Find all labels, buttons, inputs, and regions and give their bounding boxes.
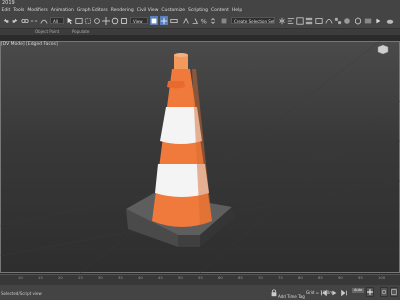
bind-space-warp-icon[interactable] — [40, 16, 48, 25]
go-to-end-icon[interactable] — [340, 288, 348, 297]
window-crossing-icon[interactable] — [93, 16, 101, 25]
unlink-icon[interactable] — [30, 16, 38, 25]
timeline-tick: 35 — [118, 275, 123, 280]
timeline-tick: 75 — [278, 275, 283, 280]
select-by-name-icon[interactable] — [75, 16, 83, 25]
timeline-tick: 55 — [198, 275, 203, 280]
timeline-tick: 95 — [358, 275, 363, 280]
material-editor-icon[interactable] — [343, 16, 351, 25]
menu-item-civil-view[interactable]: Civil View — [135, 8, 160, 13]
timeline-tick: 40 — [138, 275, 143, 280]
pivot-point-icon[interactable] — [150, 16, 158, 25]
menu-item-content[interactable]: Content — [210, 8, 231, 13]
timeline-tick: 85 — [318, 275, 323, 280]
select-manipulate-icon[interactable] — [160, 16, 168, 25]
zoom-icon[interactable] — [366, 287, 374, 297]
timeline-tick: 25 — [78, 275, 83, 280]
scene-canvas — [0, 41, 400, 273]
viewcube-icon[interactable] — [376, 44, 390, 55]
move-icon[interactable] — [102, 16, 110, 25]
timeline-tick: 20 — [58, 275, 63, 280]
menu-bar: Edit Tools Modifiers Animation Graph Edi… — [0, 7, 400, 14]
go-to-start-icon[interactable] — [320, 288, 328, 297]
title-bar: 2019 — [0, 0, 400, 7]
menu-item-customize[interactable]: Customize — [160, 8, 187, 13]
rectangular-selection-icon[interactable] — [84, 16, 92, 25]
status-bar: Selected/Script view Grid = 10,0m Add Ti… — [0, 285, 400, 300]
timeline-tick: 60 — [218, 275, 223, 280]
keyboard-shortcut-icon[interactable] — [170, 16, 178, 25]
timeline-tick: 65 — [238, 275, 243, 280]
window-title: 2019 — [2, 0, 15, 6]
timeline[interactable]: 10 15 20 25 30 35 40 45 50 55 60 65 70 7… — [0, 274, 400, 285]
svg-text:%: % — [201, 17, 207, 25]
orbit-icon[interactable] — [380, 287, 388, 297]
render-setup-icon[interactable] — [354, 16, 362, 25]
snaps-toggle-icon[interactable] — [182, 16, 190, 25]
ribbon-tab-populate[interactable]: Populate — [72, 29, 89, 35]
angle-snap-icon[interactable] — [191, 16, 199, 25]
layer-explorer-icon[interactable] — [296, 16, 304, 25]
timeline-tick: 45 — [158, 275, 163, 280]
ribbon-toggle-icon[interactable] — [315, 16, 323, 25]
timeline-tick: 90 — [338, 275, 343, 280]
timeline-tick: 15 — [38, 275, 43, 280]
ribbon-tab-object-paint[interactable]: Object Paint — [35, 29, 59, 35]
selection-set-dropdown[interactable]: Create Selection Set — [231, 17, 275, 24]
timeline-tick: 30 — [98, 275, 103, 280]
selection-filter-dropdown[interactable]: All — [50, 17, 64, 24]
curve-editor-icon[interactable] — [325, 16, 333, 25]
undo-icon[interactable] — [2, 16, 10, 25]
menu-item-help[interactable]: Help — [230, 8, 243, 13]
timeline-tick: 100 — [378, 275, 386, 280]
schematic-view-icon[interactable] — [334, 16, 342, 25]
redo-icon[interactable] — [11, 16, 19, 25]
rendered-frame-window-icon[interactable] — [364, 16, 372, 25]
spinner-snap-icon[interactable] — [209, 16, 217, 25]
link-icon[interactable] — [21, 16, 29, 25]
add-time-tag[interactable]: Add Time Tag — [278, 294, 305, 299]
timeline-tick: 70 — [258, 275, 263, 280]
status-prompt: Selected/Script view — [1, 291, 42, 296]
select-object-icon[interactable] — [66, 16, 74, 25]
rotate-icon[interactable] — [111, 16, 119, 25]
percent-snap-icon[interactable]: % — [200, 16, 208, 25]
reference-coordinate-dropdown[interactable]: View — [130, 17, 148, 24]
timeline-tick: 80 — [298, 275, 303, 280]
auto-key-button[interactable]: Auto — [352, 288, 365, 293]
scale-icon[interactable] — [120, 16, 128, 25]
maximize-viewport-icon[interactable] — [390, 287, 398, 297]
menu-item-graph-editors[interactable]: Graph Editors — [75, 8, 109, 13]
traffic-cone[interactable] — [152, 53, 212, 227]
timeline-tick: 50 — [178, 275, 183, 280]
lock-selection-icon[interactable] — [270, 288, 278, 297]
menu-item-edit[interactable]: Edit — [0, 8, 12, 13]
menu-item-modifiers[interactable]: Modifiers — [26, 8, 50, 13]
render-in-cloud-icon[interactable] — [386, 16, 394, 25]
edit-named-selection-icon[interactable] — [220, 16, 228, 25]
render-production-icon[interactable] — [374, 16, 382, 25]
play-icon[interactable] — [330, 288, 338, 297]
menu-item-rendering[interactable]: Rendering — [109, 8, 135, 13]
mirror-icon[interactable] — [278, 16, 286, 25]
align-icon[interactable] — [287, 16, 295, 25]
timeline-tick: 10 — [18, 275, 23, 280]
menu-item-tools[interactable]: Tools — [12, 8, 26, 13]
scene-explorer-icon[interactable] — [305, 16, 313, 25]
menu-item-scripting[interactable]: Scripting — [187, 8, 210, 13]
ribbon-bar: Object Paint Populate — [0, 29, 400, 35]
menu-item-animation[interactable]: Animation — [49, 8, 75, 13]
main-toolbar: All View % Create Selection Set — [0, 14, 400, 29]
